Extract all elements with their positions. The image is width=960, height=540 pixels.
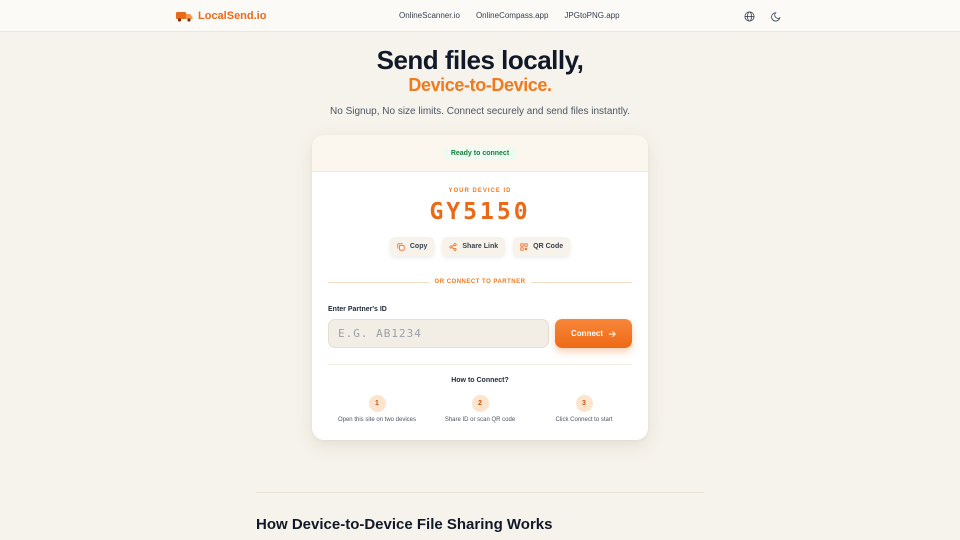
qr-code-icon <box>520 242 528 251</box>
top-navbar: LocalSend.io OnlineScanner.io OnlineComp… <box>0 0 960 32</box>
step-item: 1 Open this site on two devices <box>317 395 437 423</box>
globe-icon[interactable] <box>744 9 755 22</box>
hero-title: Send files locally, <box>376 45 584 75</box>
share-link-label: Share Link <box>462 243 499 250</box>
partner-id-label: Enter Partner's ID <box>328 306 387 313</box>
qr-code-button[interactable]: QR Code <box>513 237 571 256</box>
or-divider: OR CONNECT TO PARTNER <box>328 277 633 287</box>
divider-line-right <box>531 281 633 283</box>
copy-label: Copy <box>409 243 428 250</box>
step-label: Open this site on two devices <box>337 417 417 423</box>
connect-card: Ready to connect YOUR DEVICE ID GY5150 C… <box>312 135 648 440</box>
copy-icon <box>397 242 405 251</box>
hero-subtitle: Device-to-Device. <box>408 75 552 95</box>
connect-label: Connect <box>571 329 603 338</box>
device-actions: Copy Share Link QR Code <box>312 237 648 256</box>
divider-text: OR CONNECT TO PARTNER <box>434 279 526 285</box>
arrow-right-icon <box>608 330 616 337</box>
nav-link-onlinecompass[interactable]: OnlineCompass.app <box>476 11 548 20</box>
step-label: Click Connect to start <box>555 417 613 423</box>
step-number: 3 <box>575 395 593 412</box>
step-item: 3 Click Connect to start <box>524 395 644 423</box>
step-item: 2 Share ID or scan QR code <box>420 395 540 423</box>
copy-button[interactable]: Copy <box>389 237 435 256</box>
device-id-value: GY5150 <box>429 199 531 225</box>
connect-button[interactable]: Connect <box>555 319 632 348</box>
section-heading: How Device-to-Device File Sharing Works <box>256 516 553 533</box>
partner-id-input[interactable] <box>328 319 549 348</box>
qr-code-label: QR Code <box>533 243 564 250</box>
share-icon <box>449 242 457 251</box>
nav-link-onlinescanner[interactable]: OnlineScanner.io <box>399 11 460 20</box>
status-badge: Ready to connect <box>442 146 518 160</box>
truck-icon <box>176 11 193 22</box>
divider-line-left <box>328 281 429 283</box>
brand-logo[interactable]: LocalSend.io <box>176 9 266 23</box>
content-divider <box>256 492 704 493</box>
nav-links: OnlineScanner.io OnlineCompass.app JPGto… <box>399 11 620 20</box>
brand-name: LocalSend.io <box>198 10 267 22</box>
nav-link-jpgtopng[interactable]: JPGtoPNG.app <box>564 11 619 20</box>
step-number: 2 <box>471 395 489 412</box>
share-link-button[interactable]: Share Link <box>442 237 506 256</box>
step-number: 1 <box>368 395 386 412</box>
device-id-label: YOUR DEVICE ID <box>448 188 512 194</box>
card-header: Ready to connect <box>312 135 648 172</box>
section-separator <box>328 364 632 365</box>
how-to-connect-title: How to Connect? <box>451 377 509 384</box>
hero-description: No Signup, No size limits. Connect secur… <box>330 106 630 117</box>
moon-icon[interactable] <box>771 9 782 22</box>
step-label: Share ID or scan QR code <box>444 417 516 423</box>
steps-list: 1 Open this site on two devices 2 Share … <box>312 395 648 425</box>
